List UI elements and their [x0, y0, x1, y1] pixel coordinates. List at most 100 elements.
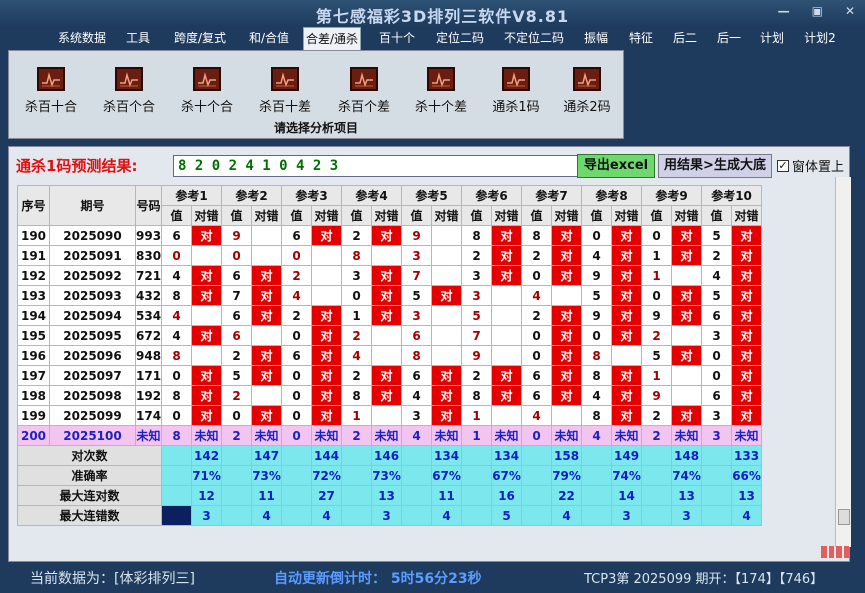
stat-cell-blank — [341, 465, 373, 486]
stat-value: 4 — [551, 505, 583, 526]
close-icon[interactable]: ✕ — [845, 4, 855, 18]
minimize-icon[interactable]: — — [778, 4, 790, 18]
cell-result: 对 — [431, 405, 463, 426]
cell-value: 8 — [581, 405, 613, 426]
cell-value: 4 — [341, 345, 373, 366]
cell-result: 对 — [731, 345, 763, 366]
cell-result: 对 — [671, 225, 703, 246]
cell-result: 对 — [191, 225, 223, 246]
cell-result: 对 — [251, 285, 283, 306]
cell-result — [251, 325, 283, 346]
menu-item-11[interactable]: 后一 — [714, 27, 744, 50]
menu-item-0[interactable]: 系统数据 — [52, 27, 112, 50]
header-result: 对错 — [251, 205, 283, 226]
cell-value: 4 — [281, 285, 313, 306]
menu-item-7[interactable]: 不定位二码 — [498, 27, 570, 50]
header-ref-2: 参考2 — [221, 185, 283, 206]
ribbon-button-2[interactable]: 杀十个合 — [169, 67, 245, 115]
cell-value: 0 — [641, 285, 673, 306]
ribbon-panel: 请选择分析项目 杀百十合 杀百个合 杀十个合 杀百十差 杀百个差 杀十个差 通杀1码 通杀2码 — [8, 50, 624, 139]
stat-value: 12 — [191, 485, 223, 506]
ribbon-button-0[interactable]: 杀百十合 — [13, 67, 89, 115]
cell-result: 对 — [671, 405, 703, 426]
cell-result: 未知 — [671, 425, 703, 446]
window-title: 第七感福彩3D排列三软件V8.81 — [315, 7, 570, 26]
stat-value: 13 — [671, 485, 703, 506]
stat-cell-blank — [281, 485, 313, 506]
cell-result: 对 — [311, 405, 343, 426]
cell-value: 8 — [581, 365, 613, 386]
cell-value: 8 — [341, 245, 373, 266]
header-ref-7: 参考7 — [521, 185, 583, 206]
ribbon-button-7[interactable]: 通杀2码 — [549, 67, 625, 115]
checkbox-box[interactable]: ✓ — [777, 159, 789, 172]
cell-seq: 193 — [17, 285, 50, 306]
chart-icon — [37, 67, 65, 91]
prediction-result-field[interactable]: 8 2 0 2 4 1 0 4 2 3 — [173, 155, 581, 177]
stat-value: 67% — [491, 465, 523, 486]
cell-result: 对 — [611, 325, 643, 346]
menu-item-10[interactable]: 后二 — [670, 27, 700, 50]
cell-value: 9 — [641, 385, 673, 406]
stat-cell-blank — [341, 445, 373, 466]
restore-icon[interactable]: ▣ — [812, 4, 823, 18]
generate-base-button[interactable]: 用结果>生成大底 — [658, 154, 772, 178]
cell-value: 0 — [521, 345, 553, 366]
cell-result: 对 — [311, 325, 343, 346]
vertical-scrollbar[interactable] — [835, 177, 851, 547]
cell-value: 8 — [521, 225, 553, 246]
ribbon-button-3[interactable]: 杀百十差 — [247, 67, 323, 115]
menu-item-2[interactable]: 跨度/复式 — [168, 27, 232, 50]
stat-value: 73% — [251, 465, 283, 486]
cell-value: 0 — [161, 365, 193, 386]
cell-value: 5 — [701, 285, 733, 306]
stat-value: 134 — [491, 445, 523, 466]
ribbon-button-5[interactable]: 杀十个差 — [403, 67, 479, 115]
stat-value: 74% — [671, 465, 703, 486]
stat-cell-blank — [281, 505, 313, 526]
export-excel-button[interactable]: 导出excel — [577, 154, 655, 178]
cell-result: 对 — [551, 225, 583, 246]
cell-value: 2 — [341, 225, 373, 246]
cell-period: 2025097 — [49, 365, 136, 386]
stat-value: 4 — [311, 505, 343, 526]
resize-grip-icon[interactable] — [821, 546, 849, 558]
stat-value: 134 — [431, 445, 463, 466]
stat-cell-blank — [341, 505, 373, 526]
menu-item-9[interactable]: 特征 — [625, 27, 657, 50]
header-value: 值 — [161, 205, 193, 226]
cell-value: 3 — [461, 285, 493, 306]
menu-item-1[interactable]: 工具 — [124, 27, 152, 50]
stat-cell-blank — [461, 505, 493, 526]
cell-result: 对 — [431, 385, 463, 406]
menu-item-6[interactable]: 定位二码 — [432, 27, 488, 50]
menu-item-5[interactable]: 百十个 — [377, 27, 417, 50]
header-value: 值 — [581, 205, 613, 226]
ribbon-button-1[interactable]: 杀百个合 — [91, 67, 167, 115]
stat-value: 3 — [191, 505, 223, 526]
cell-value: 7 — [401, 265, 433, 286]
menu-item-13[interactable]: 计划2 — [801, 27, 839, 50]
cell-result — [311, 245, 343, 266]
ribbon-button-4[interactable]: 杀百个差 — [326, 67, 402, 115]
stat-cell-blank — [161, 465, 193, 486]
scrollbar-thumb[interactable] — [838, 509, 850, 525]
header-value: 值 — [641, 205, 673, 226]
cell-number: 未知 — [134, 425, 163, 446]
menu-item-12[interactable]: 计划 — [758, 27, 786, 50]
topmost-checkbox[interactable]: ✓ 窗体置上 — [777, 156, 844, 175]
stat-cell-blank — [401, 505, 433, 526]
cell-result: 对 — [671, 285, 703, 306]
menu-item-8[interactable]: 振幅 — [581, 27, 611, 50]
cell-value: 2 — [701, 245, 733, 266]
cell-result: 对 — [371, 305, 403, 326]
stat-cell-blank — [701, 505, 733, 526]
cell-result: 对 — [191, 325, 223, 346]
cell-value: 4 — [521, 285, 553, 306]
menu-item-3[interactable]: 和/合值 — [243, 27, 295, 50]
stat-cell-blank — [641, 465, 673, 486]
stat-cell-blank — [701, 485, 733, 506]
cell-result: 对 — [731, 365, 763, 386]
menu-item-4[interactable]: 合差/通杀 — [303, 27, 361, 50]
ribbon-button-6[interactable]: 通杀1码 — [478, 67, 554, 115]
